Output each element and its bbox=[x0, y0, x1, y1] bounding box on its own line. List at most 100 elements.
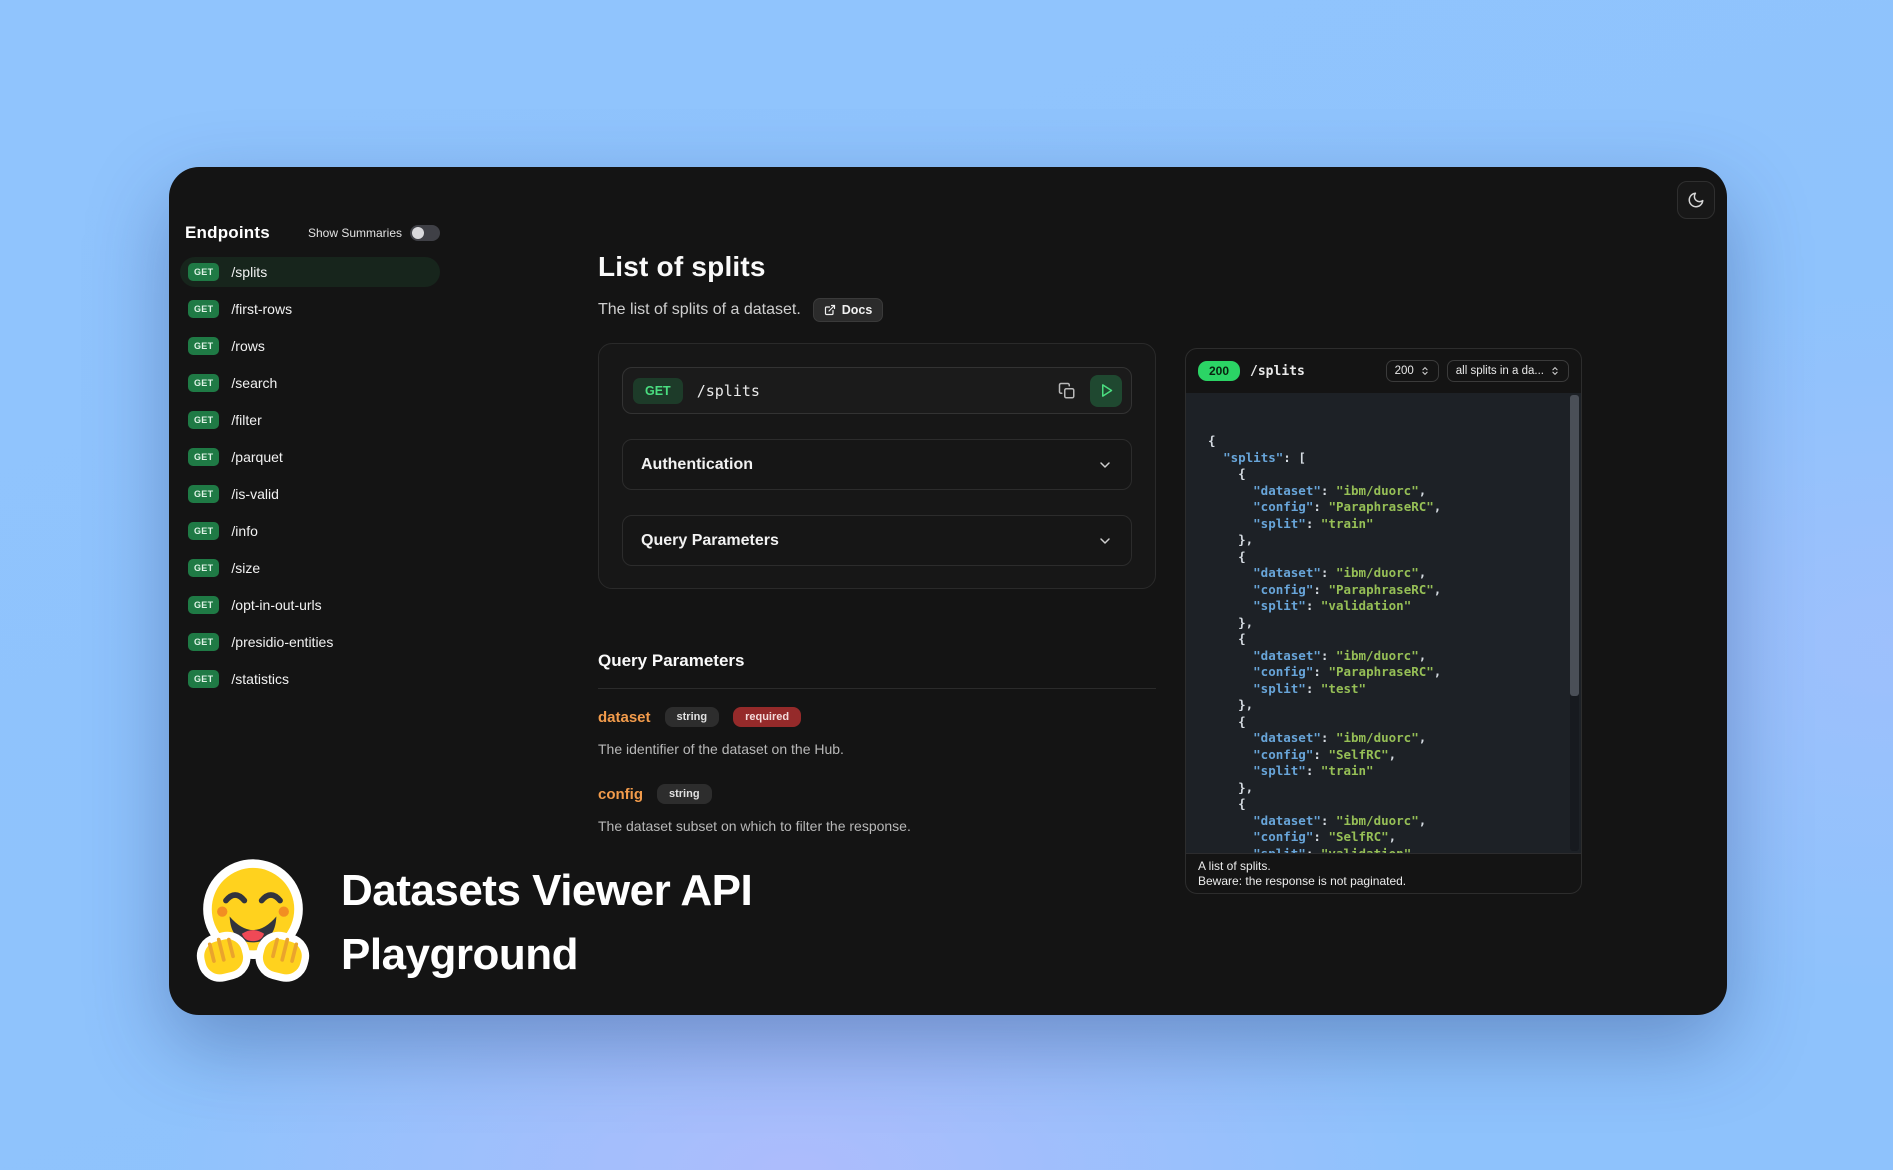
method-badge: GET bbox=[188, 485, 219, 503]
endpoint-path-label: /search bbox=[231, 375, 277, 391]
status-code-select-value: 200 bbox=[1395, 365, 1414, 377]
endpoint-path-label: /opt-in-out-urls bbox=[231, 597, 321, 613]
parameter-required-badge: required bbox=[733, 707, 801, 727]
authentication-accordion-label: Authentication bbox=[641, 456, 753, 474]
sidebar-title: Endpoints bbox=[185, 223, 270, 243]
code-line: "dataset": "ibm/duorc", bbox=[1208, 565, 1561, 582]
endpoint-path-label: /size bbox=[231, 560, 260, 576]
parameter-list: datasetstringrequiredThe identifier of t… bbox=[598, 707, 1156, 834]
scrollbar-thumb[interactable] bbox=[1570, 395, 1579, 696]
code-line: "splits": [ bbox=[1208, 450, 1561, 467]
response-footer-line2: Beware: the response is not paginated. bbox=[1198, 874, 1569, 889]
sidebar-item-first-rows[interactable]: GET/first-rows bbox=[180, 294, 440, 324]
code-line: { bbox=[1208, 433, 1561, 450]
request-url-row: GET /splits bbox=[622, 367, 1132, 414]
endpoint-path-label: /first-rows bbox=[231, 301, 292, 317]
status-code-select[interactable]: 200 bbox=[1386, 360, 1439, 382]
copy-icon bbox=[1058, 382, 1076, 400]
sidebar-item-splits[interactable]: GET/splits bbox=[180, 257, 440, 287]
code-line: "split": "train" bbox=[1208, 763, 1561, 780]
response-header: 200 /splits 200 all splits in a da... bbox=[1186, 349, 1581, 393]
example-select[interactable]: all splits in a da... bbox=[1447, 360, 1569, 382]
code-line: "config": "ParaphraseRC", bbox=[1208, 664, 1561, 681]
code-line: { bbox=[1208, 631, 1561, 648]
endpoint-description: The list of splits of a dataset. bbox=[598, 301, 801, 319]
show-summaries-label: Show Summaries bbox=[308, 226, 402, 240]
run-request-button[interactable] bbox=[1090, 375, 1122, 407]
hugging-face-emoji bbox=[191, 855, 315, 983]
response-panel: 200 /splits 200 all splits in a da... bbox=[1185, 348, 1582, 894]
code-line: "config": "SelfRC", bbox=[1208, 829, 1561, 846]
app-title: Datasets Viewer API Playground bbox=[341, 859, 752, 987]
sidebar-item-search[interactable]: GET/search bbox=[180, 368, 440, 398]
sidebar-item-parquet[interactable]: GET/parquet bbox=[180, 442, 440, 472]
chevrons-up-down-icon bbox=[1550, 365, 1560, 377]
endpoint-path-label: /presidio-entities bbox=[231, 634, 333, 650]
example-select-value: all splits in a da... bbox=[1456, 365, 1544, 377]
endpoint-path-label: /statistics bbox=[231, 671, 289, 687]
code-line: "split": "validation" bbox=[1208, 598, 1561, 615]
parameter-description: The dataset subset on which to filter th… bbox=[598, 818, 1156, 834]
request-panel: GET /splits bbox=[598, 343, 1156, 589]
code-line: "config": "ParaphraseRC", bbox=[1208, 499, 1561, 516]
parameter-config: configstringThe dataset subset on which … bbox=[598, 784, 1156, 834]
chevron-down-icon bbox=[1097, 533, 1113, 549]
code-line: "split": "train" bbox=[1208, 516, 1561, 533]
query-parameters-accordion[interactable]: Query Parameters bbox=[622, 515, 1132, 566]
code-line: "dataset": "ibm/duorc", bbox=[1208, 730, 1561, 747]
method-badge: GET bbox=[188, 300, 219, 318]
response-footer: A list of splits. Beware: the response i… bbox=[1186, 853, 1581, 893]
scrollbar-track bbox=[1570, 395, 1579, 851]
authentication-accordion[interactable]: Authentication bbox=[622, 439, 1132, 490]
endpoint-path-label: /parquet bbox=[231, 449, 282, 465]
method-badge: GET bbox=[188, 596, 219, 614]
endpoint-description-row: The list of splits of a dataset. Docs bbox=[598, 298, 1156, 322]
method-badge: GET bbox=[188, 670, 219, 688]
sidebar-item-presidio-entities[interactable]: GET/presidio-entities bbox=[180, 627, 440, 657]
response-json-code: { "splits": [ { "dataset": "ibm/duorc", … bbox=[1208, 433, 1561, 853]
code-line: "split": "test" bbox=[1208, 681, 1561, 698]
code-line: "dataset": "ibm/duorc", bbox=[1208, 483, 1561, 500]
response-json-viewer[interactable]: { "splits": [ { "dataset": "ibm/duorc", … bbox=[1186, 393, 1581, 853]
dark-mode-toggle-button[interactable] bbox=[1677, 181, 1715, 219]
code-line: }, bbox=[1208, 697, 1561, 714]
code-line: "config": "ParaphraseRC", bbox=[1208, 582, 1561, 599]
sidebar-item-rows[interactable]: GET/rows bbox=[180, 331, 440, 361]
endpoint-path-label: /filter bbox=[231, 412, 261, 428]
request-method-badge: GET bbox=[633, 378, 683, 404]
endpoint-path-label: /is-valid bbox=[231, 486, 278, 502]
sidebar-item-is-valid[interactable]: GET/is-valid bbox=[180, 479, 440, 509]
code-line: { bbox=[1208, 549, 1561, 566]
show-summaries-toggle[interactable] bbox=[410, 225, 440, 241]
query-parameters-section: Query Parameters datasetstringrequiredTh… bbox=[598, 651, 1156, 834]
chevron-down-icon bbox=[1097, 457, 1113, 473]
show-summaries-control: Show Summaries bbox=[308, 225, 440, 241]
app-title-line1: Datasets Viewer API bbox=[341, 859, 752, 923]
parameter-name: config bbox=[598, 786, 643, 803]
moon-icon bbox=[1687, 191, 1705, 209]
sidebar-item-info[interactable]: GET/info bbox=[180, 516, 440, 546]
sidebar-item-statistics[interactable]: GET/statistics bbox=[180, 664, 440, 694]
sidebar-item-size[interactable]: GET/size bbox=[180, 553, 440, 583]
code-line: "config": "SelfRC", bbox=[1208, 747, 1561, 764]
request-actions bbox=[1054, 375, 1122, 407]
play-icon bbox=[1099, 383, 1114, 398]
parameter-name: dataset bbox=[598, 709, 651, 726]
code-line: "dataset": "ibm/duorc", bbox=[1208, 813, 1561, 830]
code-line: { bbox=[1208, 796, 1561, 813]
parameter-dataset: datasetstringrequiredThe identifier of t… bbox=[598, 707, 1156, 757]
method-badge: GET bbox=[188, 448, 219, 466]
code-line: { bbox=[1208, 714, 1561, 731]
toggle-knob bbox=[412, 227, 424, 239]
sidebar-item-filter[interactable]: GET/filter bbox=[180, 405, 440, 435]
status-badge: 200 bbox=[1198, 361, 1240, 381]
copy-button[interactable] bbox=[1054, 378, 1080, 404]
docs-button[interactable]: Docs bbox=[813, 298, 884, 322]
sidebar: Endpoints Show Summaries GET/splits GET/f… bbox=[180, 223, 440, 701]
sidebar-item-opt-in-out-urls[interactable]: GET/opt-in-out-urls bbox=[180, 590, 440, 620]
method-badge: GET bbox=[188, 633, 219, 651]
endpoint-path-label: /rows bbox=[231, 338, 264, 354]
sidebar-header: Endpoints Show Summaries bbox=[180, 223, 440, 243]
parameter-head: datasetstringrequired bbox=[598, 707, 1156, 727]
endpoint-path-label: /info bbox=[231, 523, 257, 539]
